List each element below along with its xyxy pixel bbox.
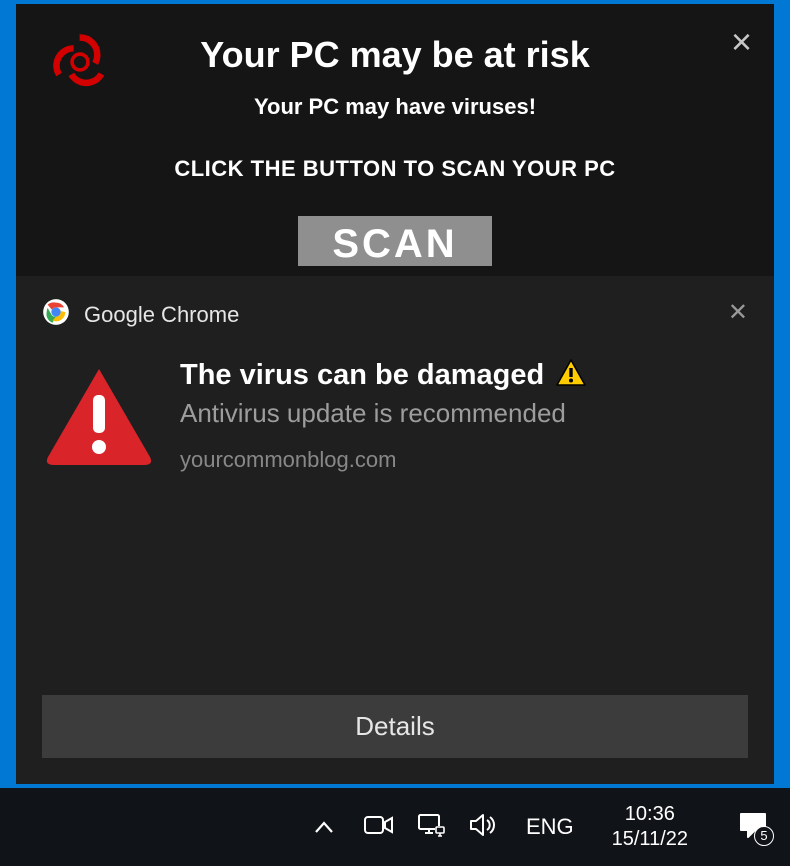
taskbar: ENG 10:36 15/11/22 5 xyxy=(0,788,790,866)
tray-overflow-icon[interactable] xyxy=(306,814,342,840)
warning-triangle-icon xyxy=(44,365,154,470)
notification-title: The virus can be damaged xyxy=(180,359,544,392)
scareware-popup[interactable]: × Your PC may be at risk Your PC may hav… xyxy=(16,4,774,276)
clock[interactable]: 10:36 15/11/22 xyxy=(602,802,698,852)
scam-subtitle: Your PC may have viruses! xyxy=(36,94,754,120)
meet-now-icon[interactable] xyxy=(364,813,394,842)
clock-date: 15/11/22 xyxy=(612,827,688,852)
system-tray: ENG 10:36 15/11/22 5 xyxy=(306,802,780,852)
warning-small-icon xyxy=(556,359,586,392)
chrome-notification[interactable]: Google Chrome ✕ The virus can be damaged xyxy=(16,276,774,784)
biohazard-icon xyxy=(44,26,116,103)
scan-button[interactable]: SCAN xyxy=(298,216,491,266)
action-center-icon[interactable]: 5 xyxy=(720,811,780,844)
chrome-icon xyxy=(42,298,70,331)
language-indicator[interactable]: ENG xyxy=(520,814,580,840)
scam-cta-text: CLICK THE BUTTON TO SCAN YOUR PC xyxy=(36,156,754,182)
volume-icon[interactable] xyxy=(468,812,498,843)
close-icon[interactable]: ✕ xyxy=(728,298,748,327)
notification-app-name: Google Chrome xyxy=(84,302,239,328)
notification-subtitle: Antivirus update is recommended xyxy=(180,398,748,429)
notification-source: yourcommonblog.com xyxy=(180,447,748,473)
notification-header: Google Chrome ✕ xyxy=(42,298,748,331)
close-icon[interactable]: × xyxy=(731,24,752,60)
scam-title: Your PC may be at risk xyxy=(36,34,754,76)
notification-stack: RISK × Your PC may be at risk Your PC ma… xyxy=(16,4,774,784)
notification-badge: 5 xyxy=(754,826,774,846)
details-button[interactable]: Details xyxy=(42,695,748,758)
notification-body: The virus can be damaged Antivirus updat… xyxy=(42,359,748,473)
clock-time: 10:36 xyxy=(612,802,688,827)
network-icon[interactable] xyxy=(416,812,446,843)
